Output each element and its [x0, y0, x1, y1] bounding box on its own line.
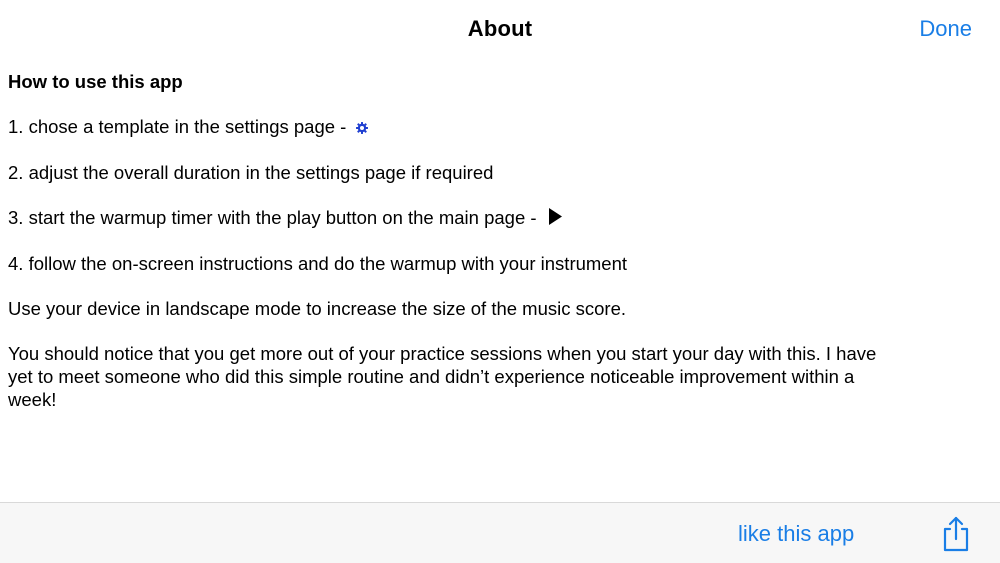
share-icon — [943, 516, 969, 552]
page-title: About — [467, 16, 533, 41]
closing-paragraph: You should notice that you get more out … — [8, 343, 877, 410]
gear-icon — [355, 116, 368, 139]
step-1-text: 1. chose a template in the settings page… — [8, 116, 347, 137]
step-1: 1. chose a template in the settings page… — [8, 115, 888, 139]
landscape-note: Use your device in landscape mode to inc… — [8, 298, 627, 319]
share-button[interactable] — [940, 515, 972, 553]
step-4: 4. follow the on-screen instructions and… — [8, 252, 888, 275]
play-icon — [548, 207, 562, 230]
bottom-toolbar: like this app — [0, 502, 1000, 563]
navigation-bar: About Done — [0, 0, 1000, 62]
step-2-text: 2. adjust the overall duration in the se… — [8, 162, 494, 183]
like-this-app-button[interactable]: like this app — [738, 521, 854, 547]
about-screen: About Done How to use this app 1. chose … — [0, 0, 1000, 563]
step-3: 3. start the warmup timer with the play … — [8, 206, 888, 230]
instructions-heading: How to use this app — [8, 71, 183, 92]
instructions-content: How to use this app 1. chose a template … — [8, 70, 888, 433]
step-4-text: 4. follow the on-screen instructions and… — [8, 253, 628, 274]
step-3-text: 3. start the warmup timer with the play … — [8, 207, 537, 228]
step-2: 2. adjust the overall duration in the se… — [8, 161, 888, 184]
done-button[interactable]: Done — [919, 16, 972, 42]
